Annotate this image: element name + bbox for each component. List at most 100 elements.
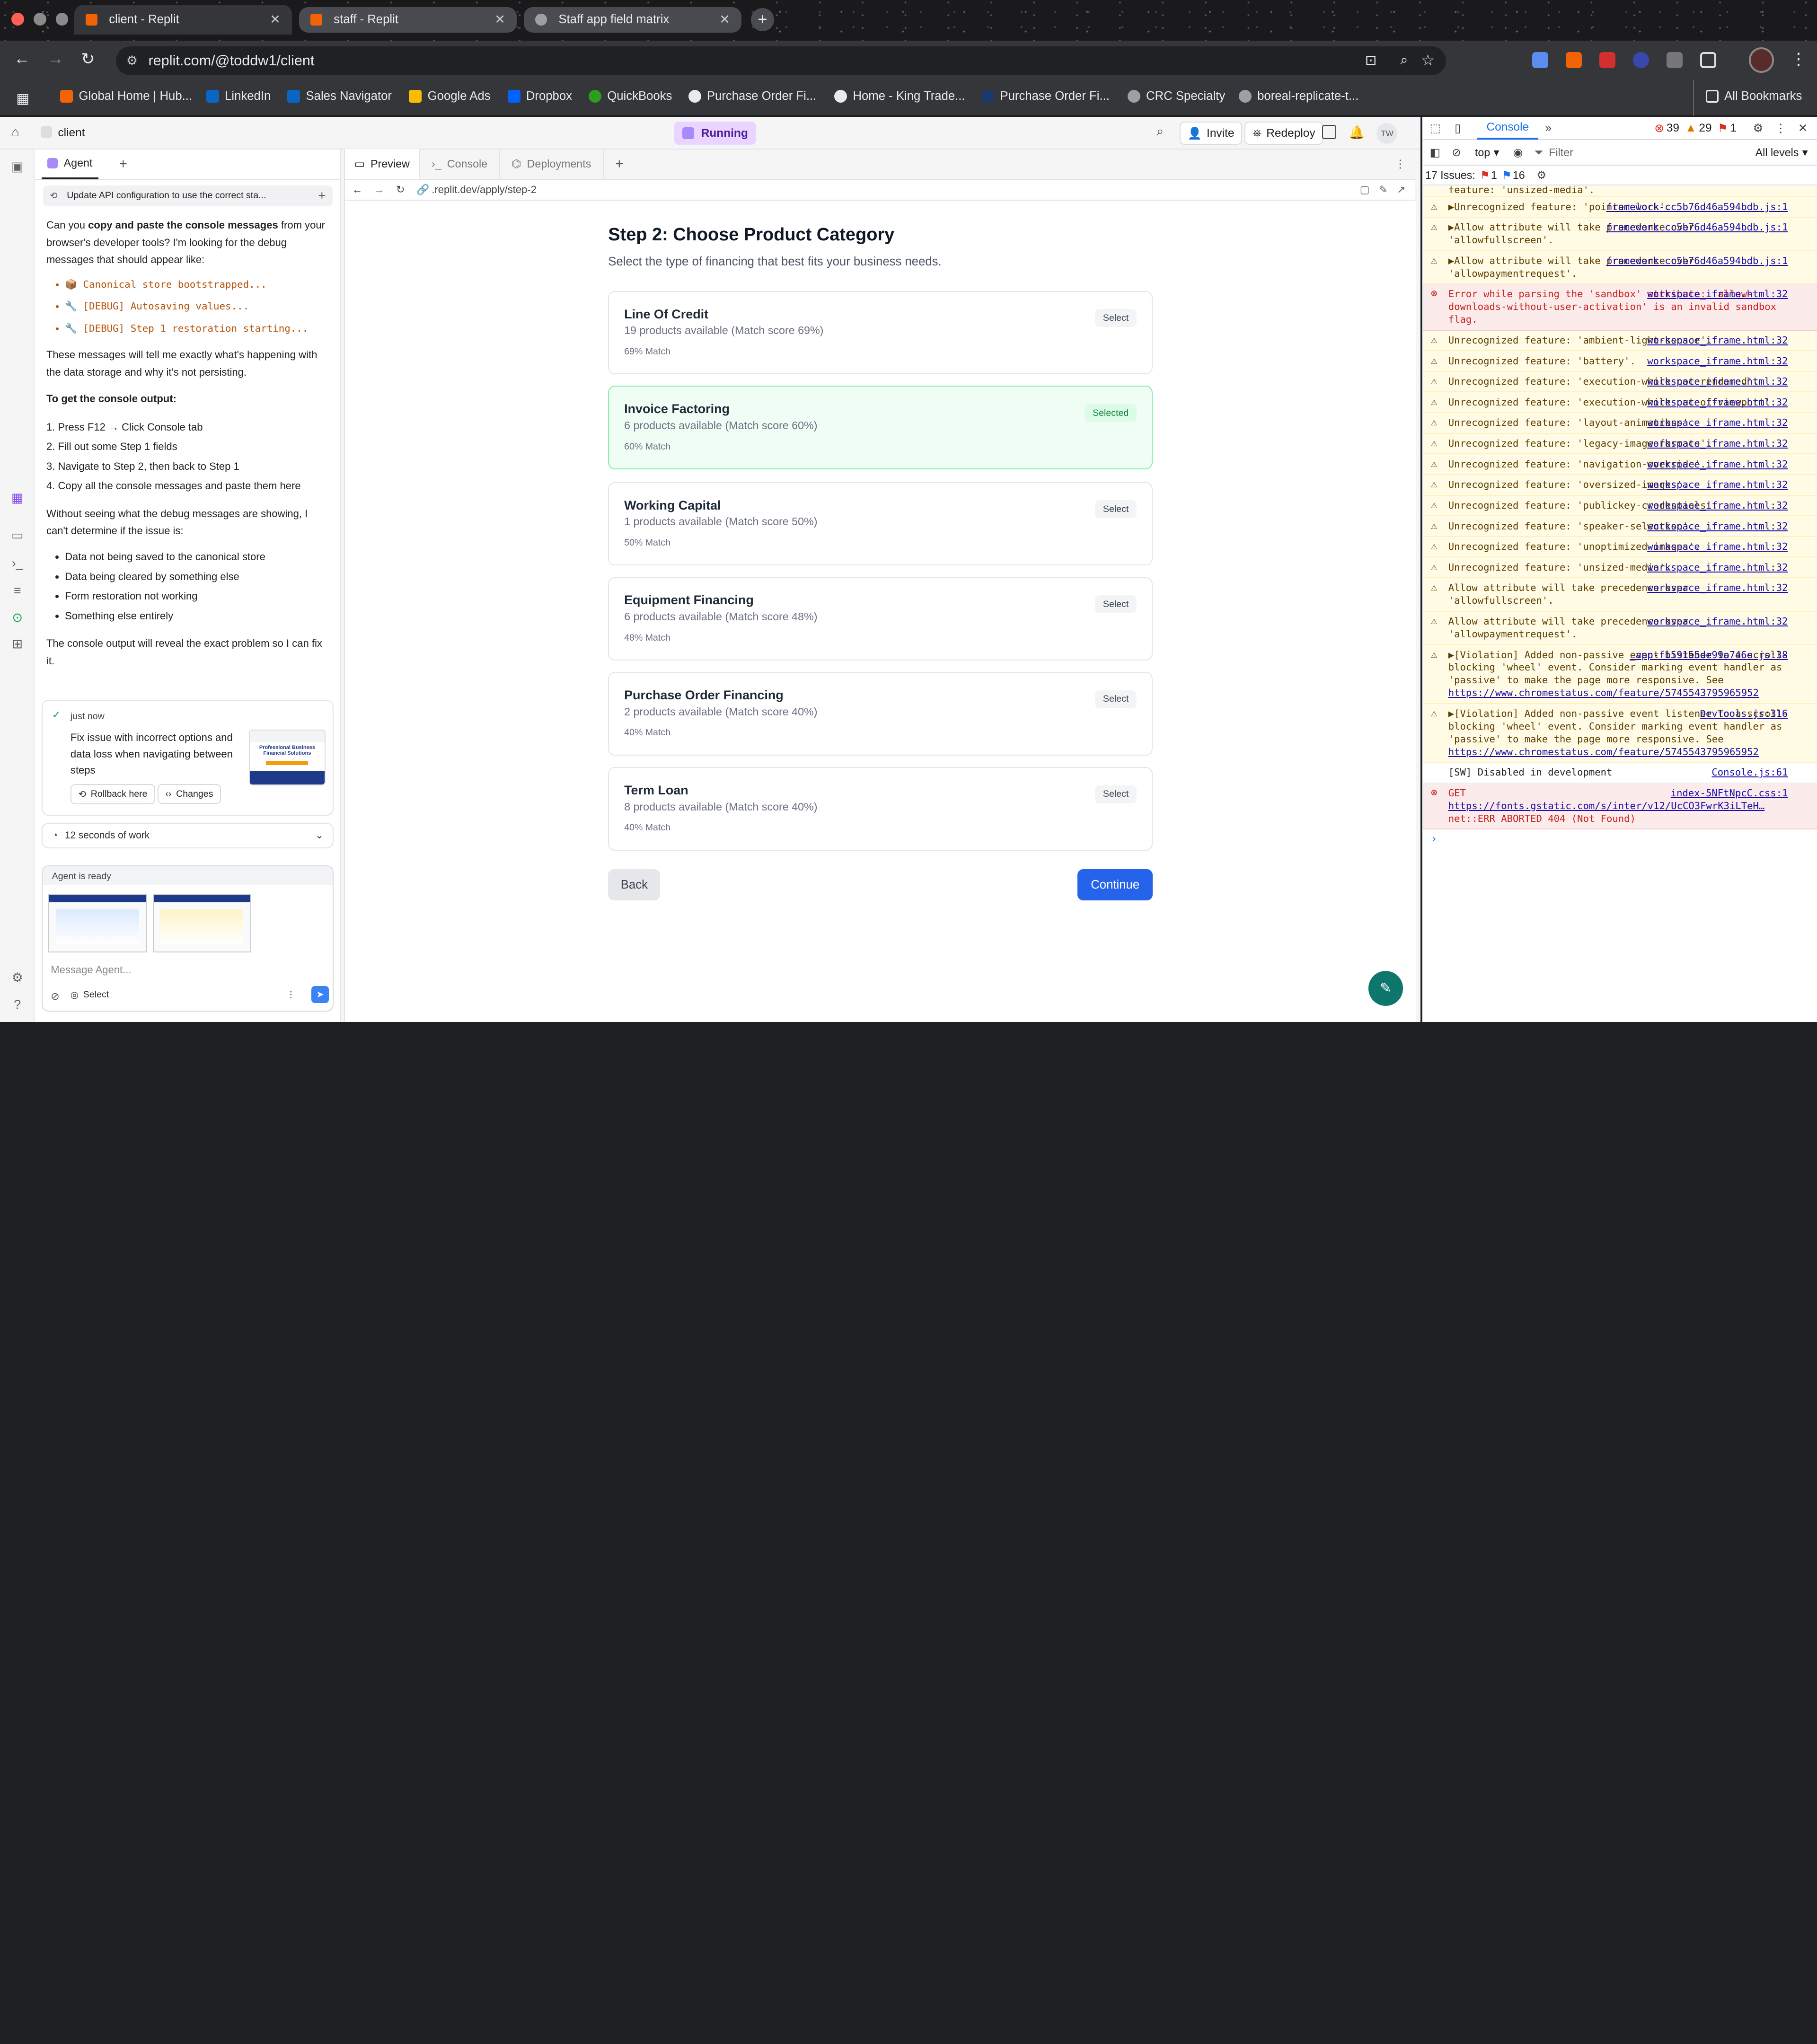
- close-tab-icon[interactable]: ✕: [494, 12, 505, 27]
- send-button[interactable]: ➤: [311, 986, 329, 1004]
- new-thread-icon[interactable]: +: [318, 188, 326, 203]
- message-source-link[interactable]: workspace_iframe.html:32: [1647, 288, 1788, 300]
- apps-grid-icon[interactable]: ▦: [16, 90, 29, 107]
- console-message[interactable]: ⚠ Unrecognized feature: 'execution-while-…: [1422, 392, 1817, 414]
- message-input[interactable]: Message Agent...: [51, 964, 131, 976]
- message-source-link[interactable]: workspace_iframe.html:32: [1647, 416, 1788, 429]
- log-levels-dropdown[interactable]: All levels ▾: [1755, 146, 1808, 159]
- issues-settings-icon[interactable]: ⚙: [1536, 169, 1546, 182]
- close-tab-icon[interactable]: ✕: [270, 12, 281, 27]
- message-source-link[interactable]: workspace_iframe.html:32: [1647, 396, 1788, 409]
- all-tools-icon[interactable]: ⊞: [10, 637, 24, 651]
- tab-deployments[interactable]: ⌬ Deployments: [500, 149, 604, 179]
- devices-icon[interactable]: ▢: [1360, 184, 1370, 196]
- message-source-link[interactable]: workspace_iframe.html:32: [1647, 355, 1788, 368]
- split-view-icon[interactable]: [1322, 125, 1336, 139]
- select-button[interactable]: Select: [1094, 690, 1137, 708]
- site-settings-icon[interactable]: ⚙: [126, 53, 138, 68]
- message-source-link[interactable]: workspace_iframe.html:32: [1647, 540, 1788, 553]
- error-count-icon[interactable]: ⊗: [1654, 121, 1664, 135]
- bookmark-star-icon[interactable]: ☆: [1421, 51, 1435, 69]
- browser-tab-field-matrix[interactable]: Staff app field matrix ✕: [523, 7, 742, 33]
- extensions-puzzle-icon[interactable]: [1700, 52, 1716, 69]
- bookmark-dropbox[interactable]: Dropbox: [507, 89, 572, 103]
- message-source-link[interactable]: workspace_iframe.html:32: [1647, 615, 1788, 628]
- category-card[interactable]: Invoice Factoring 6 products available (…: [608, 386, 1153, 469]
- bookmark-global-home[interactable]: Global Home | Hub...: [60, 89, 192, 103]
- user-avatar[interactable]: TW: [1376, 123, 1398, 144]
- forward-arrow-icon[interactable]: →: [374, 184, 385, 196]
- agent-icon[interactable]: ▦: [10, 491, 24, 505]
- console-message[interactable]: ⚠ Allow attribute will take precedence ov…: [1422, 578, 1817, 612]
- filter-input[interactable]: ⏷ Filter: [1534, 146, 1673, 159]
- category-card[interactable]: Purchase Order Financing 2 products avai…: [608, 672, 1153, 756]
- more-tabs-icon[interactable]: »: [1545, 122, 1552, 135]
- console-message[interactable]: ⚠ ▶[Violation] Added non-passive event li…: [1422, 704, 1817, 763]
- window-zoom-button[interactable]: [55, 12, 69, 26]
- issue-error-icon[interactable]: ⚑: [1480, 169, 1490, 182]
- more-options-icon[interactable]: ⋮: [1775, 121, 1786, 135]
- bookmark-boreal[interactable]: boreal-replicate-t...: [1238, 89, 1358, 103]
- message-source-link[interactable]: DevTools.js:316: [1700, 707, 1788, 720]
- console-message[interactable]: ⚠ Unrecognized feature: 'unoptimized-imag…: [1422, 537, 1817, 558]
- files-icon[interactable]: ▣: [10, 159, 24, 174]
- message-source-link[interactable]: workspace_iframe.html:32: [1647, 581, 1788, 594]
- console-message[interactable]: ⚠ ▶[Violation] Added non-passive event li…: [1422, 645, 1817, 704]
- browser-tab-client[interactable]: client - Replit ✕: [74, 4, 292, 35]
- back-arrow-icon[interactable]: ←: [14, 50, 30, 68]
- preview-path[interactable]: .replit.dev/apply/step-2: [432, 184, 537, 196]
- console-message[interactable]: ⊗ GET index-5NFtNpcC.css:1 https://fonts.gs…: [1422, 783, 1817, 830]
- inspect-element-icon[interactable]: ⬚: [1430, 121, 1441, 135]
- bookmark-purchase-order-2[interactable]: Purchase Order Fi...: [981, 89, 1110, 103]
- settings-icon[interactable]: ⚙: [10, 971, 24, 985]
- new-tab-button[interactable]: +: [750, 8, 774, 32]
- category-card[interactable]: Line Of Credit 19 products available (Ma…: [608, 291, 1153, 374]
- reload-icon[interactable]: ↻: [81, 50, 95, 69]
- console-prompt[interactable]: ›: [1422, 829, 1817, 845]
- bookmark-sales-navigator[interactable]: Sales Navigator: [287, 89, 392, 103]
- open-external-icon[interactable]: ↗: [1397, 184, 1405, 196]
- project-name[interactable]: client: [58, 126, 85, 140]
- invite-button[interactable]: 👤 Invite: [1180, 122, 1243, 145]
- extension-icon[interactable]: [1532, 52, 1548, 69]
- console-message[interactable]: ⚠ Unrecognized feature: 'legacy-image-for…: [1422, 433, 1817, 455]
- context-selector[interactable]: top ▾: [1475, 146, 1499, 159]
- history-icon[interactable]: ⟲: [50, 190, 57, 202]
- settings-sliders-icon[interactable]: ⫶: [290, 989, 292, 1002]
- select-button[interactable]: Select: [1094, 595, 1137, 613]
- close-devtools-icon[interactable]: ✕: [1798, 121, 1808, 135]
- sidebar-toggle-icon[interactable]: ◧: [1430, 146, 1440, 159]
- category-card[interactable]: Working Capital 1 products available (Ma…: [608, 482, 1153, 566]
- window-close-button[interactable]: [11, 12, 25, 26]
- message-source-link[interactable]: _app-fb59155de99a746e.js:38: [1630, 649, 1788, 661]
- message-source-link[interactable]: workspace_iframe.html:32: [1647, 561, 1788, 574]
- attached-screenshot[interactable]: [152, 894, 251, 952]
- install-app-icon[interactable]: ⊡: [1365, 52, 1377, 69]
- pdf-extension-icon[interactable]: [1599, 52, 1615, 69]
- bookmark-crc-specialty[interactable]: CRC Specialty: [1127, 89, 1225, 103]
- select-button[interactable]: Select: [1094, 309, 1137, 327]
- console-message[interactable]: ⚠ Unrecognized feature: 'ambient-light-se…: [1422, 330, 1817, 352]
- message-source-link[interactable]: Console.js:61: [1711, 766, 1788, 779]
- console-message[interactable]: ⚠ Unrecognized feature: 'oversized-images…: [1422, 475, 1817, 496]
- replit-extension-icon[interactable]: [1565, 52, 1582, 69]
- rollback-button[interactable]: ⟲ Rollback here: [70, 784, 156, 805]
- select-button[interactable]: Select: [1094, 500, 1137, 519]
- message-source-link[interactable]: workspace_iframe.html:32: [1647, 375, 1788, 388]
- redeploy-button[interactable]: ⎈ Redeploy: [1244, 122, 1323, 145]
- console-message[interactable]: [SW] Disabled in development Console.js:6…: [1422, 763, 1817, 784]
- issue-flag-icon[interactable]: ⚑: [1718, 121, 1728, 135]
- tab-agent[interactable]: Agent: [42, 149, 98, 179]
- checkpoint-thumbnail[interactable]: Professional Business Financial Solution…: [249, 730, 326, 785]
- console-message[interactable]: ⚠ ▶Unrecognized feature: 'pointer-lock'. f…: [1422, 197, 1817, 218]
- message-source-link[interactable]: workspace_iframe.html:32: [1647, 334, 1788, 347]
- message-source-link[interactable]: framework-cc5b76d46a594bdb.js:1: [1606, 221, 1788, 234]
- zoom-icon[interactable]: ⌕: [1400, 52, 1408, 68]
- forward-arrow-icon[interactable]: →: [47, 50, 63, 68]
- zoominfo-extension-icon[interactable]: [1632, 52, 1649, 69]
- browser-menu-icon[interactable]: ⋮: [1791, 50, 1807, 69]
- notifications-bell-icon[interactable]: 🔔: [1349, 125, 1365, 140]
- console-message[interactable]: ⚠ Allow attribute will take precedence ov…: [1422, 611, 1817, 645]
- changes-button[interactable]: ‹› Changes: [157, 784, 221, 804]
- work-summary[interactable]: ◔ 12 seconds of work ⌄: [42, 822, 334, 848]
